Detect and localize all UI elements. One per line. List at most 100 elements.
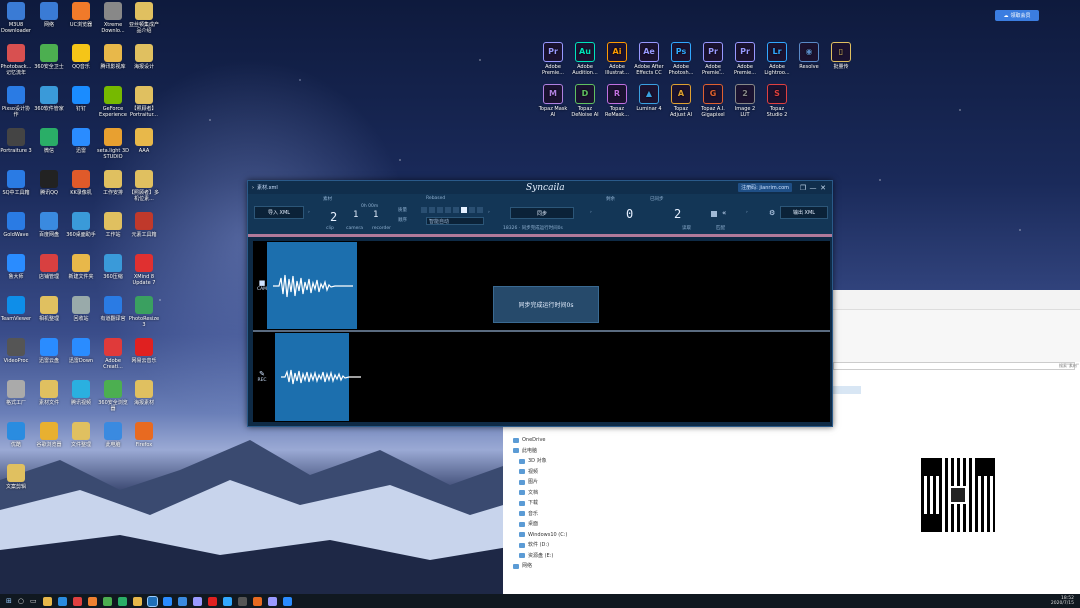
desktop-icon[interactable]: VideoProc	[0, 338, 32, 364]
desktop-icon[interactable]: 迅雷Down	[65, 338, 97, 364]
desktop-icon[interactable]: Portraiture 3	[0, 128, 32, 154]
desktop-icon[interactable]: QQ音乐	[65, 44, 97, 70]
browser-taskbar-icon[interactable]	[57, 596, 67, 606]
explorer-nav-item[interactable]: Windows10 (C:)	[513, 530, 567, 541]
desktop-app-icon[interactable]: Ae Adobe After Effects CC	[634, 42, 664, 76]
desktop-icon[interactable]: 腾讯影视库	[97, 44, 129, 70]
desktop-icon[interactable]: 【照顾者】Portraitur...	[128, 86, 160, 118]
desktop-app-icon[interactable]: Au Adobe Audition...	[570, 42, 600, 76]
desktop-icon[interactable]: 亚丝顿集成产品介绍	[128, 2, 160, 34]
explorer-nav-item[interactable]: 软件 (D:)	[513, 540, 567, 551]
desktop-app-icon[interactable]: ▯ 批量传	[826, 42, 856, 70]
explorer-nav-item[interactable]: 下载	[513, 498, 567, 509]
app-taskbar-icon[interactable]	[267, 596, 277, 606]
task-view-icon[interactable]: ▭	[30, 597, 37, 605]
close-button[interactable]: ✕	[818, 184, 828, 192]
desktop-icon[interactable]: 优酷	[0, 422, 32, 448]
chrome-taskbar-icon[interactable]	[102, 596, 112, 606]
desktop-app-icon[interactable]: A Topaz Adjust AI	[666, 84, 696, 118]
desktop-icon[interactable]: 素材文件	[33, 380, 65, 406]
desktop-icon[interactable]: 网络	[33, 2, 65, 28]
desktop-icon[interactable]: 微信	[33, 128, 65, 154]
explorer-nav-item[interactable]: 桌面	[513, 519, 567, 530]
wechat-taskbar-icon[interactable]	[117, 596, 127, 606]
desktop-icon[interactable]: 有道翻译官	[97, 296, 129, 322]
explorer-nav-item[interactable]: 此电脑	[513, 446, 567, 457]
explorer-nav-item[interactable]: 资源盘 (E:)	[513, 551, 567, 562]
desktop-icon[interactable]: 鲁大师	[0, 254, 32, 280]
desktop-icon[interactable]: SQ中工具箱	[0, 170, 32, 196]
desktop-icon[interactable]: 相机整理	[33, 296, 65, 322]
explorer-nav-item[interactable]: OneDrive	[513, 435, 567, 446]
rewind-icon[interactable]: «	[722, 209, 726, 217]
desktop-app-icon[interactable]: ▲ Luminar 4	[634, 84, 664, 112]
desktop-icon[interactable]: PhotoResize 3	[128, 296, 160, 328]
desktop-icon[interactable]: KK录像机	[65, 170, 97, 196]
mode-select[interactable]: 智能自动	[426, 217, 484, 225]
desktop-icon[interactable]: 钉钉	[65, 86, 97, 112]
desktop-icon[interactable]: 腾讯视频	[65, 380, 97, 406]
photoshop-taskbar-icon[interactable]	[222, 596, 232, 606]
app-taskbar-icon[interactable]	[177, 596, 187, 606]
quality-level-3[interactable]	[437, 207, 443, 213]
search-icon[interactable]: ○	[18, 597, 24, 605]
desktop-icon[interactable]: 文件整理	[65, 422, 97, 448]
desktop-icon[interactable]: TeamViewer	[0, 296, 32, 322]
minimize-button[interactable]: —	[808, 184, 818, 192]
app-taskbar-icon[interactable]	[162, 596, 172, 606]
desktop-icon[interactable]: 网易云音乐	[128, 338, 160, 364]
desktop-icon[interactable]: Firefox	[128, 422, 160, 448]
desktop-icon[interactable]: 此电脑	[97, 422, 129, 448]
desktop-icon[interactable]: 回收站	[65, 296, 97, 322]
explorer-nav-item[interactable]: 视频	[513, 467, 567, 478]
desktop-icon[interactable]: Adobe Creati...	[97, 338, 129, 370]
desktop-icon[interactable]: 工作安排	[97, 170, 129, 196]
quality-level-4[interactable]	[445, 207, 451, 213]
explorer-nav-item[interactable]: 网络	[513, 561, 567, 572]
desktop-app-icon[interactable]: Pr Adobe Premie...	[698, 42, 728, 76]
desktop-app-icon[interactable]: 2 Image 2 LUT	[730, 84, 760, 118]
desktop-icon[interactable]: 店铺管理	[33, 254, 65, 280]
app-taskbar-icon[interactable]	[72, 596, 82, 606]
explorer-nav-item[interactable]: 3D 对象	[513, 456, 567, 467]
app-taskbar-icon[interactable]	[282, 596, 292, 606]
sync-button[interactable]: 同步	[510, 207, 574, 219]
restore-button[interactable]: ❐	[798, 184, 808, 192]
gear-icon[interactable]: ⚙	[769, 209, 775, 217]
desktop-icon[interactable]: 腾讯QQ	[33, 170, 65, 196]
desktop-icon[interactable]: 【照顾者】多机位素...	[128, 170, 160, 202]
desktop-icon[interactable]: 工作站	[97, 212, 129, 238]
desktop-icon[interactable]: UC浏览器	[65, 2, 97, 28]
app-taskbar-icon[interactable]	[207, 596, 217, 606]
desktop-icon[interactable]: Pixso设计协作	[0, 86, 32, 118]
quality-level-2[interactable]	[429, 207, 435, 213]
export-xml-button[interactable]: 输出 XML	[780, 206, 828, 219]
app-taskbar-icon[interactable]	[87, 596, 97, 606]
desktop-app-icon[interactable]: D Topaz DeNoise AI	[570, 84, 600, 118]
desktop-icon[interactable]: 文案剪辑	[0, 464, 32, 490]
desktop-app-icon[interactable]: Lr Adobe Lightroo...	[762, 42, 792, 76]
desktop-app-icon[interactable]: Pr Adobe Premie...	[538, 42, 568, 76]
desktop-icon[interactable]: 迅雷	[65, 128, 97, 154]
desktop-icon[interactable]: 360安全卫士	[33, 44, 65, 70]
desktop-icon[interactable]: 360压缩	[97, 254, 129, 280]
quality-level-7[interactable]	[469, 207, 475, 213]
desktop-icon[interactable]: 元素工具箱	[128, 212, 160, 238]
quality-level-1[interactable]	[421, 207, 427, 213]
explorer-nav-item[interactable]: 音乐	[513, 509, 567, 520]
explorer-taskbar-icon[interactable]	[42, 596, 52, 606]
recorder-clip[interactable]	[275, 333, 361, 421]
desktop-icon[interactable]: XMind 8 Update 7	[128, 254, 160, 286]
desktop-icon[interactable]: 360软件管家	[33, 86, 65, 112]
stop-icon[interactable]	[711, 211, 717, 217]
desktop-icon[interactable]: M3U8 Downloader	[0, 2, 32, 34]
desktop-icon[interactable]: GoldWave	[0, 212, 32, 238]
folder-taskbar-icon[interactable]	[132, 596, 142, 606]
app-taskbar-icon[interactable]	[252, 596, 262, 606]
desktop-icon[interactable]: 谷歌浏览器	[33, 422, 65, 448]
desktop-icon[interactable]: GeForce Experience	[97, 86, 129, 118]
sync-complete-dialog[interactable]: 同步完成运行时间0s	[493, 286, 599, 323]
desktop-icon[interactable]: Xtreme Downlo...	[97, 2, 129, 34]
desktop-icon[interactable]: 360桌面助手	[65, 212, 97, 238]
desktop-icon[interactable]: seta.light 3D STUDIO	[97, 128, 129, 160]
